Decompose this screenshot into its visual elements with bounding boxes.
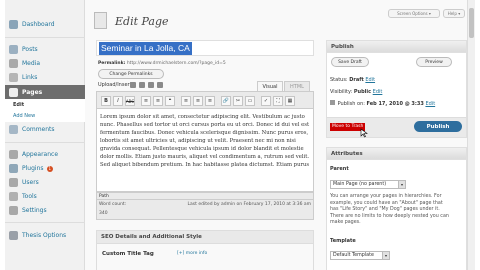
window-scrollbar[interactable] xyxy=(467,0,475,270)
scrollbar-thumb[interactable] xyxy=(469,8,474,38)
seo-details-heading[interactable]: SEO Details and Additional Style xyxy=(97,231,313,244)
comment-icon xyxy=(9,125,18,134)
plugins-update-badge: 1 xyxy=(46,165,54,172)
link-icon xyxy=(9,73,18,82)
tab-html[interactable]: HTML xyxy=(284,81,310,91)
unlink-button[interactable]: ✂ xyxy=(233,96,243,106)
preview-button[interactable]: Preview xyxy=(416,57,452,67)
parent-label: Parent xyxy=(330,166,349,172)
sidebar-item-plugins[interactable]: Plugins 1 xyxy=(5,161,85,176)
add-video-icon[interactable] xyxy=(139,82,145,88)
publish-heading[interactable]: Publish xyxy=(327,41,466,53)
mouse-cursor-icon xyxy=(360,128,368,138)
wp-admin-window: Dashboard Posts Media Links Pages Edit A… xyxy=(5,0,472,270)
bold-button[interactable]: B xyxy=(101,96,111,106)
appearance-icon xyxy=(9,150,18,159)
publish-date-row: Publish on: Feb 17, 2010 @ 3:33 Edit xyxy=(330,100,435,107)
screen-options-button[interactable]: Screen Options ▾ xyxy=(388,9,440,18)
users-icon xyxy=(9,178,18,187)
pin-icon xyxy=(9,45,18,54)
sidebar-item-media[interactable]: Media xyxy=(5,56,85,71)
attributes-heading[interactable]: Attributes xyxy=(327,148,466,160)
chevron-down-icon: ▾ xyxy=(398,181,405,188)
edit-visibility-link[interactable]: Edit xyxy=(373,89,383,95)
sidebar-item-tools[interactable]: Tools xyxy=(5,189,85,204)
editor-toolbar: B I ABC ≡ ≡ ❝ ≡ ≡ ≡ 🔗 ✂ ▭ ✓ ⛶ ▦ xyxy=(96,91,314,109)
chevron-down-icon: ▾ xyxy=(382,252,389,259)
sidebar-item-pages[interactable]: Pages xyxy=(5,85,85,100)
save-draft-button[interactable]: Save Draft xyxy=(331,57,369,67)
parent-select[interactable]: Main Page (no parent) ▾ xyxy=(330,180,406,189)
sidebar-item-settings[interactable]: Settings xyxy=(5,203,85,218)
add-audio-icon[interactable] xyxy=(148,82,154,88)
page-title: Edit Page xyxy=(115,15,169,28)
status-row: Status: Draft Edit xyxy=(330,77,376,83)
template-label: Template xyxy=(330,238,356,244)
dashboard-icon xyxy=(9,20,18,29)
plugin-icon xyxy=(9,164,18,173)
insert-link-button[interactable]: 🔗 xyxy=(221,96,231,106)
editor-body-text: Lorem ipsum dolor sit amet, consectetur … xyxy=(100,114,310,168)
align-left-button[interactable]: ≡ xyxy=(181,96,191,106)
custom-title-label: Custom Title Tag xyxy=(102,251,154,257)
upload-icons xyxy=(130,82,163,88)
post-title-input[interactable]: Seminar in La Jolla, CA xyxy=(96,40,314,56)
align-center-button[interactable]: ≡ xyxy=(193,96,203,106)
word-count-bar: Word count: 340 Last edited by admin on … xyxy=(96,200,314,220)
editor-path-bar: Path xyxy=(96,192,314,200)
sidebar-item-comments[interactable]: Comments xyxy=(5,122,85,137)
sidebar-item-users[interactable]: Users xyxy=(5,175,85,190)
publish-button[interactable]: Publish xyxy=(414,121,462,132)
edit-page-icon xyxy=(94,12,107,29)
template-select[interactable]: Default Template ▾ xyxy=(330,251,390,260)
add-media-icon[interactable] xyxy=(157,82,163,88)
strikethrough-button[interactable]: ABC xyxy=(125,96,135,106)
more-info-link[interactable]: [+] more info xyxy=(177,251,207,256)
last-edited-text: Last edited by admin on February 17, 201… xyxy=(187,202,311,207)
align-right-button[interactable]: ≡ xyxy=(205,96,215,106)
sidebar-item-thesis-options[interactable]: Thesis Options xyxy=(5,228,85,243)
blockquote-button[interactable]: ❝ xyxy=(165,96,175,106)
sidebar-item-dashboard[interactable]: Dashboard xyxy=(5,17,85,32)
post-title-selected-text: Seminar in La Jolla, CA xyxy=(99,42,192,55)
upload-insert-label: Upload/Insert xyxy=(98,82,132,88)
kitchen-sink-button[interactable]: ▦ xyxy=(285,96,295,106)
permalink-row: Permalink: http://www.drmichaelstern.com… xyxy=(98,61,226,66)
fullscreen-button[interactable]: ⛶ xyxy=(273,96,283,106)
tab-visual[interactable]: Visual xyxy=(257,81,283,91)
bullet-list-button[interactable]: ≡ xyxy=(141,96,151,106)
page-icon xyxy=(9,88,18,97)
more-tag-button[interactable]: ▭ xyxy=(245,96,255,106)
numbered-list-button[interactable]: ≡ xyxy=(153,96,163,106)
media-icon xyxy=(9,59,18,68)
seo-details-box: SEO Details and Additional Style Custom … xyxy=(96,230,314,270)
edit-date-link[interactable]: Edit xyxy=(425,101,435,107)
word-count-value: 340 xyxy=(99,211,108,216)
thesis-icon xyxy=(9,231,18,240)
help-button[interactable]: Help ▾ xyxy=(443,9,465,18)
italic-button[interactable]: I xyxy=(113,96,123,106)
add-image-icon[interactable] xyxy=(130,82,136,88)
sidebar-item-links[interactable]: Links xyxy=(5,70,85,85)
settings-icon xyxy=(9,206,18,215)
visibility-row: Visibility: Public Edit xyxy=(330,89,383,95)
change-permalinks-button[interactable]: Change Permalinks xyxy=(98,69,164,79)
admin-sidebar: Dashboard Posts Media Links Pages Edit A… xyxy=(5,0,85,270)
permalink-url[interactable]: http://www.drmichaelstern.com/?page_id=5 xyxy=(127,61,226,66)
attributes-help-text: You can arrange your pages in hierarchie… xyxy=(330,194,449,225)
tools-icon xyxy=(9,192,18,201)
sidebar-item-appearance[interactable]: Appearance xyxy=(5,147,85,162)
spellcheck-button[interactable]: ✓ xyxy=(261,96,271,106)
edit-status-link[interactable]: Edit xyxy=(365,77,375,83)
word-count-label: Word count: xyxy=(99,202,127,207)
content-editor[interactable]: Lorem ipsum dolor sit amet, consectetur … xyxy=(96,109,314,192)
sidebar-subitem-add-new[interactable]: Add New xyxy=(5,110,85,122)
calendar-icon xyxy=(330,100,335,105)
sidebar-item-posts[interactable]: Posts xyxy=(5,42,85,57)
